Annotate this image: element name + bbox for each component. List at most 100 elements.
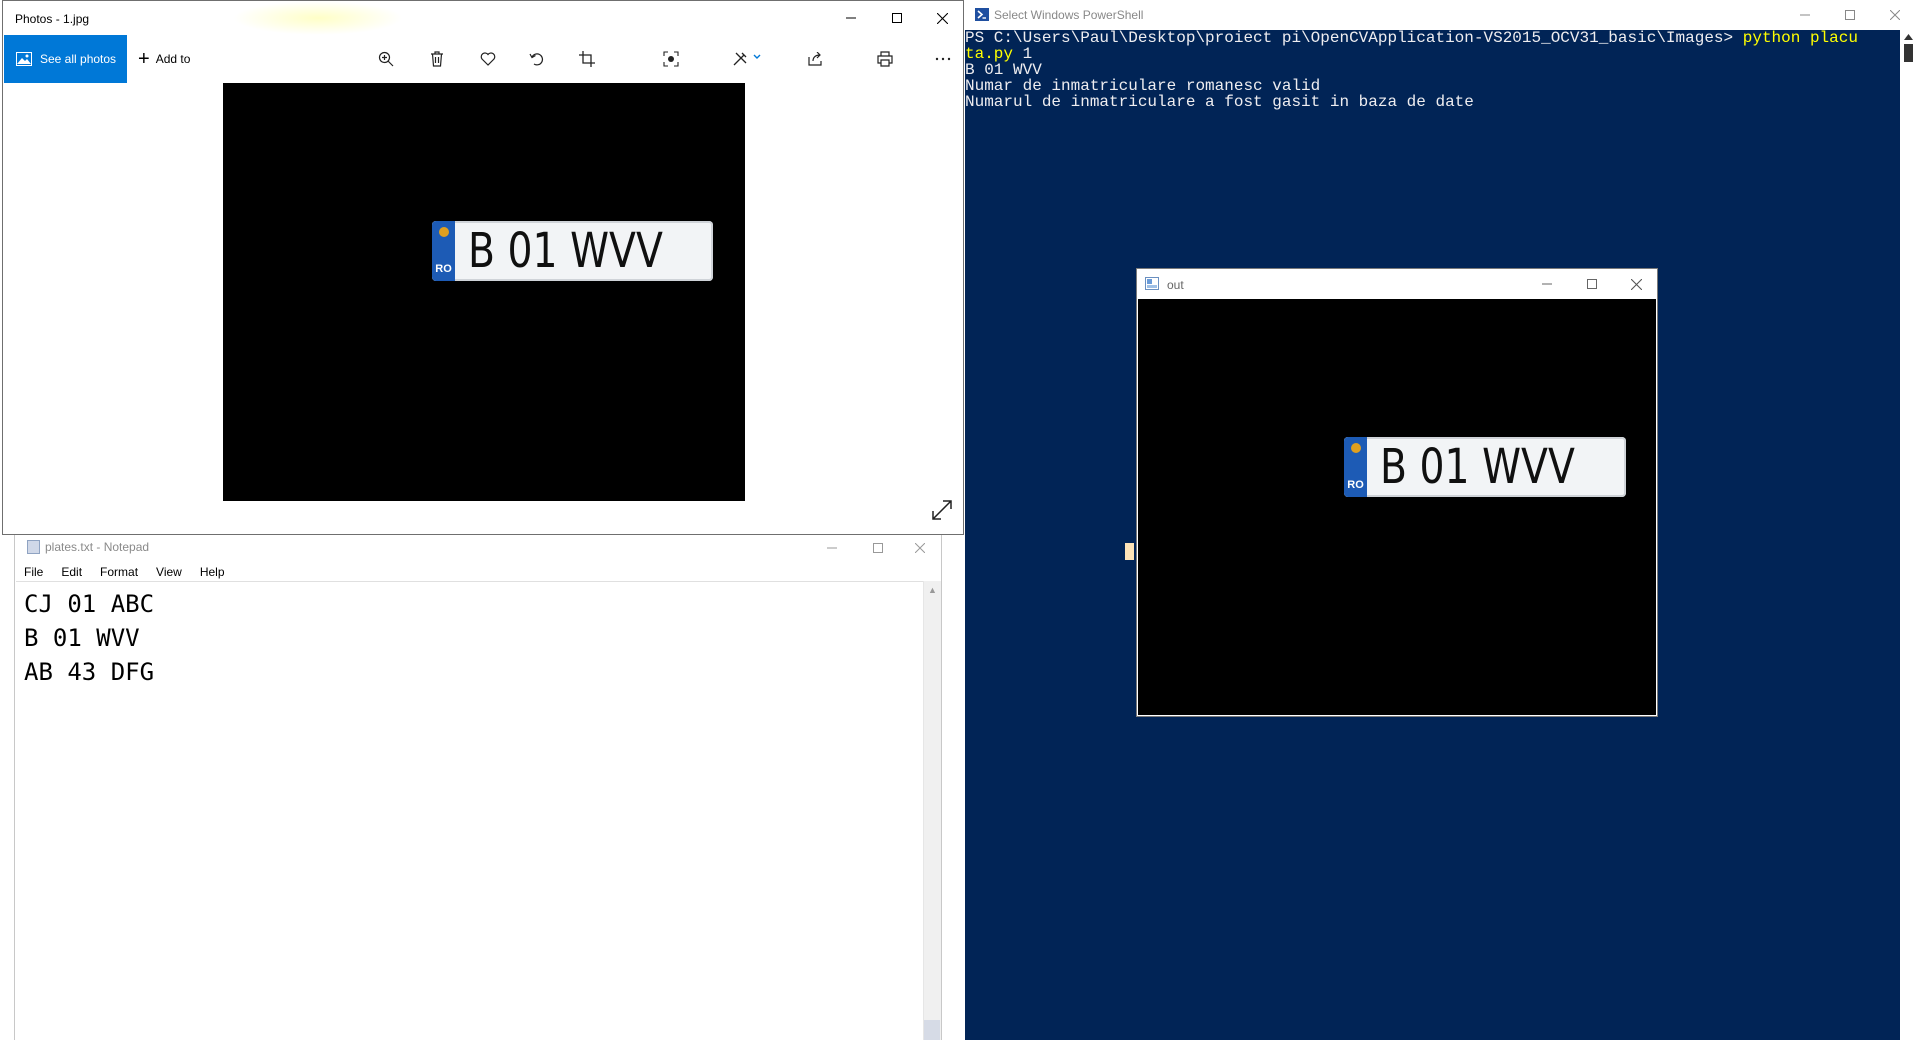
photos-icon <box>16 52 32 66</box>
photo-viewer-image[interactable]: RO B 01 WVV <box>223 83 745 501</box>
photos-toolbar: See all photos + Add to <box>3 35 963 83</box>
output-line: Numar de inmatriculare romanesc valid <box>965 77 1321 95</box>
maximize-button[interactable] <box>1569 269 1614 299</box>
prompt-line: PS C:\Users\Paul\Desktop\proiect pi\Open… <box>965 30 1900 46</box>
maximize-button[interactable] <box>855 535 900 561</box>
minimize-icon <box>845 17 856 19</box>
menu-help[interactable]: Help <box>191 561 234 581</box>
close-button[interactable] <box>920 1 965 35</box>
license-plate-image: RO B 01 WVV <box>432 221 713 281</box>
favorite-button[interactable] <box>474 45 502 73</box>
prompt-text: PS C:\Users\Paul\Desktop\proiect pi\Open… <box>965 29 1743 47</box>
eu-country-strip: RO <box>1344 437 1367 497</box>
text-line: AB 43 DFG <box>24 658 155 686</box>
title-glow <box>233 1 403 35</box>
output-line: Numarul de inmatriculare a fost gasit in… <box>965 93 1474 111</box>
maximize-button[interactable] <box>874 1 919 35</box>
zoom-icon <box>378 51 394 67</box>
country-code: RO <box>1347 479 1364 491</box>
print-icon <box>877 51 893 67</box>
out-titlebar[interactable]: out <box>1137 269 1657 299</box>
menu-format[interactable]: Format <box>91 561 147 581</box>
menu-edit[interactable]: Edit <box>52 561 91 581</box>
expand-icon <box>932 500 952 520</box>
print-button[interactable] <box>871 45 899 73</box>
share-button[interactable] <box>802 45 830 73</box>
menu-file[interactable]: File <box>15 561 52 581</box>
window-icon <box>1145 277 1159 290</box>
add-to-label: Add to <box>155 52 191 66</box>
notepad-title: plates.txt - Notepad <box>45 540 150 554</box>
enhance-button[interactable] <box>657 45 685 73</box>
edit-create-button[interactable] <box>727 45 767 73</box>
minimize-icon <box>1541 283 1552 285</box>
plus-icon: + <box>138 48 150 70</box>
maximize-icon <box>891 13 902 23</box>
photos-titlebar[interactable]: Photos - 1.jpg <box>3 1 963 35</box>
notepad-text-area[interactable]: CJ 01 ABC B 01 WVV AB 43 DFG <box>16 581 923 1041</box>
close-button[interactable] <box>1872 0 1917 30</box>
photos-title: Photos - 1.jpg <box>15 12 90 26</box>
minimize-button[interactable] <box>828 1 873 35</box>
eu-country-strip: RO <box>432 221 455 281</box>
output-line: B 01 WVV <box>965 61 1042 79</box>
maximize-button[interactable] <box>1827 0 1872 30</box>
more-button[interactable] <box>929 45 957 73</box>
notepad-menubar: File Edit Format View Help <box>15 561 941 581</box>
crop-button[interactable] <box>573 45 601 73</box>
plate-number: B 01 WVV <box>468 223 663 279</box>
more-icon <box>935 57 951 61</box>
notepad-size-grip[interactable] <box>924 1020 940 1040</box>
add-to-button[interactable]: + Add to <box>138 35 190 83</box>
minimize-icon <box>1799 14 1810 16</box>
maximize-icon <box>1844 10 1855 20</box>
close-button[interactable] <box>897 535 942 561</box>
minimize-icon <box>826 547 837 549</box>
see-all-photos-button[interactable]: See all photos <box>4 35 127 83</box>
full-screen-button[interactable] <box>931 499 953 521</box>
maximize-icon <box>1586 279 1597 289</box>
scroll-thumb[interactable] <box>1904 34 1913 62</box>
text-line: B 01 WVV <box>24 624 140 652</box>
license-plate-image: RO B 01 WVV <box>1344 437 1626 497</box>
favorite-icon <box>480 52 496 66</box>
text-line: CJ 01 ABC <box>24 590 155 618</box>
out-title: out <box>1167 278 1184 292</box>
crop-icon <box>579 51 595 67</box>
close-icon <box>1631 278 1642 290</box>
delete-icon <box>431 51 443 67</box>
notepad-titlebar[interactable]: plates.txt - Notepad <box>15 535 941 561</box>
minimize-button[interactable] <box>1524 269 1569 299</box>
scroll-up-icon[interactable]: ▲ <box>928 585 937 595</box>
minimize-button[interactable] <box>1782 0 1827 30</box>
rotate-icon <box>529 53 544 66</box>
close-icon <box>914 543 925 553</box>
powershell-icon <box>975 8 989 21</box>
photos-window: Photos - 1.jpg See all photos + Add to R… <box>2 0 964 535</box>
menu-view[interactable]: View <box>147 561 191 581</box>
country-code: RO <box>435 263 452 275</box>
notepad-icon <box>27 540 40 554</box>
see-all-photos-label: See all photos <box>40 52 117 66</box>
notepad-vertical-scrollbar[interactable]: ▲ <box>923 581 941 1040</box>
maximize-icon <box>872 543 883 553</box>
delete-button[interactable] <box>423 45 451 73</box>
minimize-button[interactable] <box>809 535 854 561</box>
edit-icon <box>733 52 761 66</box>
out-image-canvas: RO B 01 WVV <box>1138 299 1656 715</box>
console-cursor <box>1125 543 1134 560</box>
enhance-icon <box>663 51 679 67</box>
plate-number: B 01 WVV <box>1380 439 1575 495</box>
close-icon <box>937 12 948 24</box>
zoom-button[interactable] <box>372 45 400 73</box>
command-continuation-line: ta.py 1 <box>965 46 1900 62</box>
share-icon <box>808 52 822 66</box>
powershell-scrollbar[interactable] <box>1900 30 1917 1040</box>
out-window: out RO B 01 WVV <box>1136 268 1658 717</box>
command-text: python placu <box>1742 29 1858 47</box>
close-button[interactable] <box>1614 269 1659 299</box>
rotate-button[interactable] <box>523 45 551 73</box>
powershell-titlebar[interactable]: Select Windows PowerShell <box>965 0 1917 30</box>
close-icon <box>1889 10 1900 20</box>
notepad-window: plates.txt - Notepad File Edit Format Vi… <box>14 535 942 1040</box>
